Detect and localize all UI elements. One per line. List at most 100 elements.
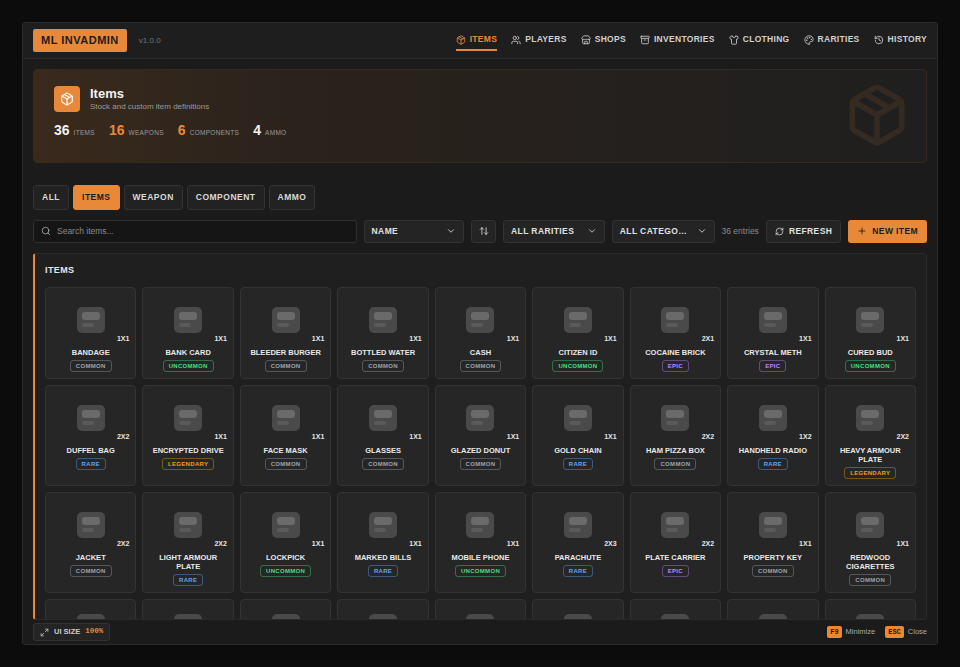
filter-tab[interactable]: WEAPON <box>124 185 183 210</box>
item-card[interactable]: 2X1COCAINE BRICKEPIC <box>630 287 721 379</box>
item-size: 2X2 <box>702 539 714 550</box>
nav-item[interactable]: RARITIES <box>804 30 860 51</box>
shortcut[interactable]: ESCClose <box>885 626 927 639</box>
item-card[interactable] <box>45 599 136 620</box>
item-card[interactable]: 1X1CRYSTAL METHEPIC <box>727 287 818 379</box>
item-card[interactable] <box>825 599 916 620</box>
rarity-badge: EPIC <box>662 360 689 372</box>
nav-item[interactable]: PLAYERS <box>511 30 566 51</box>
filter-tab[interactable]: ALL <box>33 185 69 210</box>
resize-icon <box>40 628 49 637</box>
item-card[interactable]: 2X2JACKETCOMMON <box>45 492 136 593</box>
item-card[interactable]: 1X1GLAZED DONUTCOMMON <box>435 385 526 486</box>
filter-tab[interactable]: AMMO <box>269 185 316 210</box>
rarity-select[interactable]: ALL RARITIES <box>503 220 605 243</box>
item-card[interactable]: 2X2HAM PIZZA BOXCOMMON <box>630 385 721 486</box>
item-card[interactable]: 1X1REDWOOD CIGARETTESCOMMON <box>825 492 916 593</box>
item-card[interactable] <box>240 599 331 620</box>
nav-item[interactable]: CLOTHING <box>729 30 790 51</box>
item-image: 1X1 <box>440 392 521 442</box>
item-card[interactable] <box>532 599 623 620</box>
item-card[interactable]: 2X3PARACHUTERARE <box>532 492 623 593</box>
item-card[interactable]: 1X1BANDAGECOMMON <box>45 287 136 379</box>
stat: 36ITEMS <box>54 120 95 141</box>
item-size: 1X1 <box>799 334 811 345</box>
item-card[interactable]: 1X1MOBILE PHONEUNCOMMON <box>435 492 526 593</box>
item-image-icon <box>266 299 306 339</box>
nav-item[interactable]: INVENTORIES <box>640 30 715 51</box>
item-card[interactable]: 1X1BOTTLED WATERCOMMON <box>337 287 428 379</box>
item-image-icon <box>460 504 500 544</box>
hero-title: Items <box>90 86 209 101</box>
hero-stats: 36ITEMS16WEAPONS6COMPONENTS4AMMO <box>54 120 906 141</box>
nav-item[interactable]: HISTORY <box>874 30 927 51</box>
item-image: 1X1 <box>732 499 813 549</box>
ui-size-control[interactable]: UI SIZE100% <box>33 623 110 640</box>
refresh-button[interactable]: REFRESH <box>766 220 841 243</box>
item-card[interactable]: 2X2DUFFEL BAGRARE <box>45 385 136 486</box>
item-card[interactable]: 1X1CITIZEN IDUNCOMMON <box>532 287 623 379</box>
nav-item[interactable]: ITEMS <box>456 30 497 51</box>
footer-bar: UI SIZE100% F9Minimize ESCClose <box>23 620 937 644</box>
item-size: 1X1 <box>409 334 421 345</box>
category-select[interactable]: ALL CATEGO… <box>612 220 715 243</box>
rarity-badge: COMMON <box>70 360 112 372</box>
item-size: 2X1 <box>702 334 714 345</box>
item-card[interactable]: 1X1PROPERTY KEYCOMMON <box>727 492 818 593</box>
item-name: HEAVY ARMOUR PLATE <box>830 446 911 464</box>
item-card[interactable]: 1X1GLASSESCOMMON <box>337 385 428 486</box>
nav-item[interactable]: SHOPS <box>581 30 626 51</box>
filter-tab[interactable]: ITEMS <box>73 185 119 210</box>
item-card[interactable] <box>435 599 526 620</box>
item-size: 1X1 <box>214 334 226 345</box>
item-name: FACE MASK <box>264 446 308 455</box>
item-size: 1X1 <box>507 334 519 345</box>
item-size: 1X1 <box>312 432 324 443</box>
sort-select[interactable]: NAME <box>364 220 465 243</box>
item-card[interactable]: 1X1CURED BUDUNCOMMON <box>825 287 916 379</box>
item-card[interactable]: 2X2LIGHT ARMOUR PLATERARE <box>142 492 233 593</box>
item-card[interactable]: 1X1GOLD CHAINRARE <box>532 385 623 486</box>
item-name: DUFFEL BAG <box>67 446 115 455</box>
item-size: 1X1 <box>507 539 519 550</box>
item-image-icon <box>168 504 208 544</box>
item-name: MOBILE PHONE <box>452 553 510 562</box>
item-image-icon <box>363 397 403 437</box>
item-card[interactable]: 1X2HANDHELD RADIORARE <box>727 385 818 486</box>
item-image-icon <box>460 299 500 339</box>
item-image: 2X2 <box>635 392 716 442</box>
rarity-badge: RARE <box>368 565 398 577</box>
item-size: 1X1 <box>507 432 519 443</box>
item-card[interactable]: 1X1ENCRYPTED DRIVELEGENDARY <box>142 385 233 486</box>
item-card[interactable]: 1X1CASHCOMMON <box>435 287 526 379</box>
filter-tabs: ALLITEMSWEAPONCOMPONENTAMMO <box>33 185 927 210</box>
item-name: GOLD CHAIN <box>554 446 602 455</box>
item-card[interactable]: 2X2PLATE CARRIEREPIC <box>630 492 721 593</box>
rarity-badge: COMMON <box>654 458 696 470</box>
rarity-badge: COMMON <box>265 458 307 470</box>
content-area: ItemsStock and custom item definitions36… <box>23 59 937 620</box>
item-size: 1X1 <box>409 539 421 550</box>
item-image: 1X1 <box>245 294 326 344</box>
sort-direction-button[interactable] <box>471 220 496 243</box>
item-image: 1X1 <box>830 499 911 549</box>
item-card[interactable] <box>630 599 721 620</box>
new-item-button[interactable]: NEW ITEM <box>848 220 927 243</box>
item-card[interactable]: 1X1MARKED BILLSRARE <box>337 492 428 593</box>
item-card[interactable]: 1X1BLEEDER BURGERCOMMON <box>240 287 331 379</box>
item-image-icon <box>266 606 306 620</box>
item-card[interactable]: 2X2HEAVY ARMOUR PLATELEGENDARY <box>825 385 916 486</box>
plus-icon <box>857 226 867 236</box>
search-field[interactable]: Search items... <box>33 220 357 243</box>
shortcut[interactable]: F9Minimize <box>827 626 875 639</box>
item-card[interactable]: 1X1BANK CARDUNCOMMON <box>142 287 233 379</box>
item-card[interactable] <box>142 599 233 620</box>
item-size: 1X1 <box>214 432 226 443</box>
item-card[interactable] <box>727 599 818 620</box>
item-card[interactable]: 1X1LOCKPICKUNCOMMON <box>240 492 331 593</box>
filter-tab[interactable]: COMPONENT <box>187 185 265 210</box>
item-name: BANDAGE <box>72 348 110 357</box>
item-image-icon <box>753 606 793 620</box>
item-card[interactable]: 1X1 FACE MASK COMMON <box>240 385 331 486</box>
item-card[interactable] <box>337 599 428 620</box>
